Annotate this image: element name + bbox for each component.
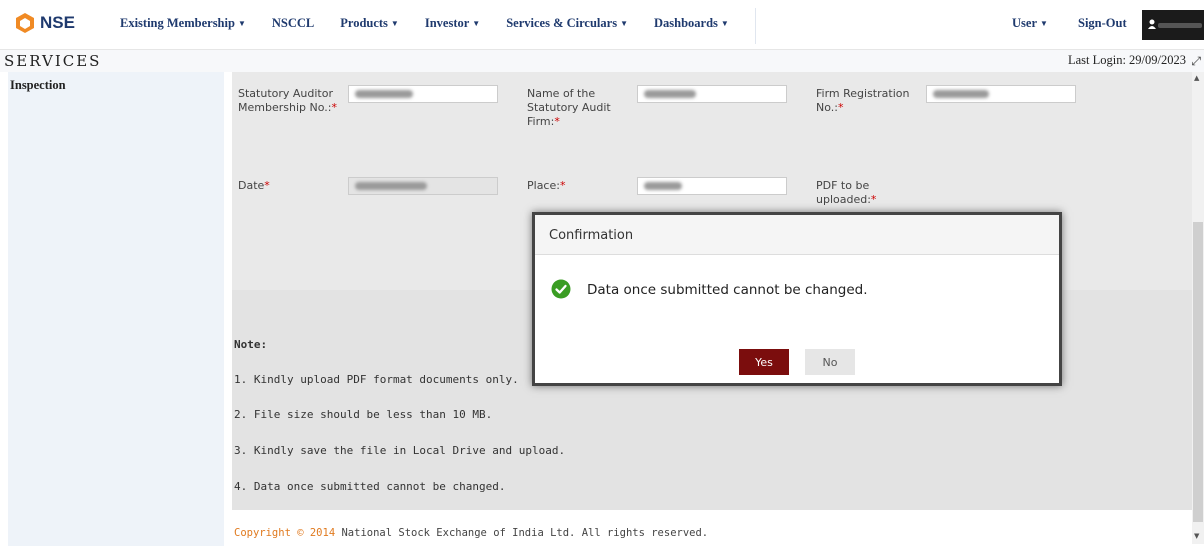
nav-divider xyxy=(755,8,756,44)
caret-down-icon: ▼ xyxy=(1040,19,1048,28)
dialog-header: Confirmation xyxy=(535,215,1059,255)
sidebar-item-inspection[interactable]: Inspection xyxy=(10,78,66,93)
nav-products[interactable]: Products ▼ xyxy=(340,16,399,31)
check-circle-icon xyxy=(551,279,571,299)
vertical-scrollbar[interactable]: ▲ ▼ xyxy=(1192,72,1204,544)
expand-icon[interactable]: ⤢ xyxy=(1191,54,1201,69)
footer-copyright: Copyright © 2014 National Stock Exchange… xyxy=(234,527,709,539)
nav-existing-membership[interactable]: Existing Membership ▼ xyxy=(120,16,246,31)
nse-logo[interactable]: NSE xyxy=(14,10,75,36)
note-item: 2. File size should be less than 10 MB. xyxy=(234,408,493,421)
signout-link[interactable]: Sign-Out xyxy=(1078,16,1127,31)
left-sidebar: Inspection xyxy=(8,72,224,546)
caret-down-icon: ▼ xyxy=(720,19,729,28)
yes-button[interactable]: Yes xyxy=(739,349,789,375)
nav-dashboards[interactable]: Dashboards ▼ xyxy=(654,16,729,31)
pdf-upload-label: PDF to be uploaded:* xyxy=(816,179,877,206)
nav-investor[interactable]: Investor ▼ xyxy=(425,16,480,31)
caret-down-icon: ▼ xyxy=(472,19,481,28)
top-navbar: NSE Existing Membership ▼ NSCCL Products ▼… xyxy=(0,0,1204,50)
user-account-chip[interactable] xyxy=(1142,10,1204,40)
brand-name: NSE xyxy=(40,13,75,32)
redacted-value xyxy=(355,182,427,190)
date-label: Date* xyxy=(238,179,270,192)
place-label: Place:* xyxy=(527,179,566,192)
caret-down-icon: ▼ xyxy=(237,19,246,28)
firm-registration-label: Firm Registration No.:* xyxy=(816,87,910,114)
caret-down-icon: ▼ xyxy=(390,19,399,28)
sub-header: SERVICES Last Login: 29/09/2023 ⤢ xyxy=(0,50,1204,72)
note-item: 4. Data once submitted cannot be changed… xyxy=(234,480,506,493)
caret-down-icon: ▼ xyxy=(620,19,628,28)
redacted-value xyxy=(644,90,696,98)
scroll-down-icon[interactable]: ▼ xyxy=(1194,532,1199,540)
no-button[interactable]: No xyxy=(805,349,855,375)
main-nav: Existing Membership ▼ NSCCL Products ▼ Inv… xyxy=(120,16,755,31)
auditor-membership-label: Statutory Auditor Membership No.:* xyxy=(238,87,337,114)
note-item: 3. Kindly save the file in Local Drive a… xyxy=(234,444,566,457)
redacted-value xyxy=(355,90,413,98)
date-field[interactable] xyxy=(348,177,498,195)
nav-nsccl[interactable]: NSCCL xyxy=(272,16,314,31)
redacted-value xyxy=(644,182,682,190)
nav-user-menu[interactable]: User ▼ xyxy=(1012,16,1048,31)
redacted-username xyxy=(1158,23,1202,28)
confirmation-dialog: Confirmation Data once submitted cannot … xyxy=(532,212,1062,386)
section-title: SERVICES xyxy=(4,52,102,70)
audit-firm-label: Name of the Statutory Audit Firm:* xyxy=(527,87,611,128)
firm-registration-field[interactable] xyxy=(926,85,1076,103)
auditor-membership-field[interactable] xyxy=(348,85,498,103)
scroll-up-icon[interactable]: ▲ xyxy=(1194,74,1199,82)
note-title: Note: xyxy=(234,338,268,351)
audit-firm-field[interactable] xyxy=(637,85,787,103)
note-item: 1. Kindly upload PDF format documents on… xyxy=(234,373,519,386)
nav-services-circulars[interactable]: Services & Circulars ▼ xyxy=(506,16,628,31)
dialog-message: Data once submitted cannot be changed. xyxy=(587,282,868,298)
last-login-text: Last Login: 29/09/2023 xyxy=(1067,53,1186,67)
scroll-thumb[interactable] xyxy=(1193,222,1203,522)
nse-logo-icon xyxy=(16,13,34,33)
user-icon xyxy=(1148,19,1156,29)
redacted-value xyxy=(933,90,989,98)
dialog-title: Confirmation xyxy=(549,228,634,243)
place-field[interactable] xyxy=(637,177,787,195)
